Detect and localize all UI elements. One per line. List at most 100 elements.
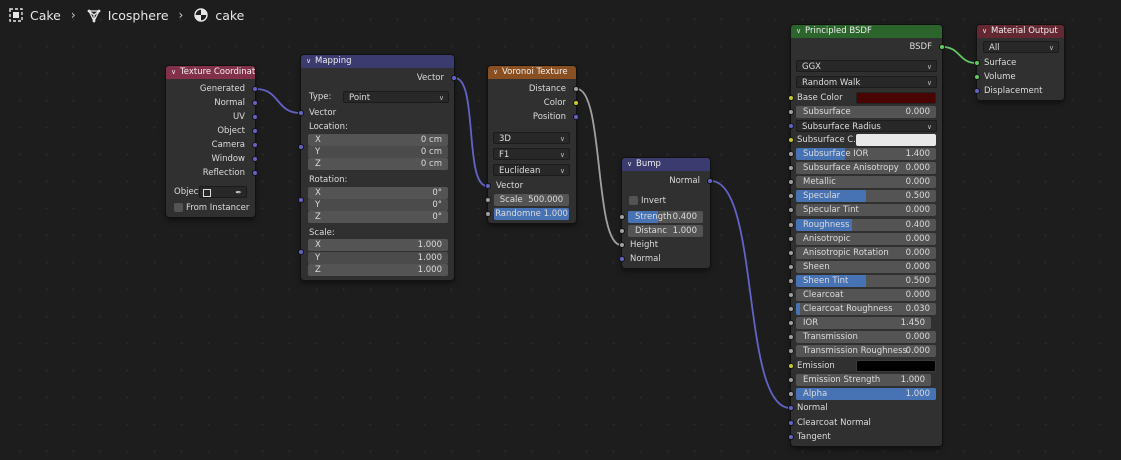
socket-param[interactable] <box>788 236 794 242</box>
breadcrumb-mesh[interactable]: Icosphere <box>108 8 169 23</box>
param-field[interactable]: Specular 0.500 <box>796 190 936 202</box>
param-field[interactable]: Specular Tint 0.000 <box>796 204 936 216</box>
socket-base-color[interactable] <box>788 95 794 101</box>
socket-param[interactable] <box>788 193 794 199</box>
param-field[interactable]: Clearcoat 0.000 <box>796 289 936 301</box>
param-field[interactable]: Subsurface Anisotropy 0.000 <box>796 162 936 174</box>
texture-coordinate-node[interactable]: ∨ Texture Coordinate Generated Normal UV … <box>166 66 258 217</box>
location-y-field[interactable]: Y 0 cm <box>308 146 448 158</box>
socket-distance[interactable] <box>573 86 579 92</box>
voronoi-texture-node[interactable]: ∨ Voronoi Texture Distance Color Position… <box>485 66 579 223</box>
socket-param[interactable] <box>788 207 794 213</box>
socket-rotation[interactable] <box>298 197 304 203</box>
socket-scale[interactable] <box>485 197 491 203</box>
emission-swatch[interactable] <box>856 360 936 372</box>
socket-position[interactable] <box>573 114 579 120</box>
socket-param[interactable] <box>788 278 794 284</box>
bump-node[interactable]: ∨ Bump Normal Invert Strength 0.400 Distan… <box>619 158 713 268</box>
breadcrumb-object[interactable]: Cake <box>30 8 61 23</box>
socket-param[interactable] <box>788 179 794 185</box>
socket-generated[interactable] <box>252 86 258 92</box>
socket-window[interactable] <box>252 156 258 162</box>
socket-normal[interactable] <box>788 405 794 411</box>
socket-color[interactable] <box>573 100 579 106</box>
node-header[interactable]: ∨ Principled BSDF <box>791 25 942 38</box>
socket-input-vector[interactable] <box>298 110 304 116</box>
socket-param[interactable] <box>788 222 794 228</box>
socket-tangent[interactable] <box>788 434 794 440</box>
node-header[interactable]: ∨ Bump <box>622 158 710 171</box>
collapse-chevron-icon[interactable]: ∨ <box>493 66 502 79</box>
collapse-chevron-icon[interactable]: ∨ <box>982 25 991 38</box>
collapse-chevron-icon[interactable]: ∨ <box>627 158 636 171</box>
rotation-y-field[interactable]: Y 0° <box>308 199 448 211</box>
socket-camera[interactable] <box>252 142 258 148</box>
dimensions-dropdown[interactable]: 3D ∨ <box>493 132 570 144</box>
rotation-x-field[interactable]: X 0° <box>308 187 448 199</box>
socket-normal[interactable] <box>619 256 625 262</box>
socket-output-vector[interactable] <box>451 75 457 81</box>
socket-clearcoat-normal[interactable] <box>788 420 794 426</box>
base-color-swatch[interactable] <box>856 92 936 104</box>
socket-param[interactable] <box>788 306 794 312</box>
node-header[interactable]: ∨ Texture Coordinate <box>166 66 255 79</box>
metric-dropdown[interactable]: Euclidean ∨ <box>493 164 570 176</box>
socket-param[interactable] <box>788 334 794 340</box>
param-field[interactable]: Anisotropic Rotation 0.000 <box>796 247 936 259</box>
socket-param[interactable] <box>788 348 794 354</box>
socket-scale[interactable] <box>298 249 304 255</box>
distance-field[interactable]: Distanc 1.000 <box>628 225 703 237</box>
scale-y-field[interactable]: Y 1.000 <box>308 252 448 264</box>
param-field[interactable]: Subsurface IOR 1.400 <box>796 148 936 160</box>
target-dropdown[interactable]: All ∨ <box>983 41 1059 53</box>
socket-param[interactable] <box>788 320 794 326</box>
object-picker[interactable]: ✒ <box>199 186 247 198</box>
param-field[interactable]: Roughness 0.400 <box>796 219 936 231</box>
param-field[interactable]: IOR 1.450 <box>796 317 931 329</box>
collapse-chevron-icon[interactable]: ∨ <box>171 66 180 79</box>
socket-emission-strength[interactable] <box>788 377 794 383</box>
invert-checkbox[interactable] <box>629 196 638 205</box>
socket-surface[interactable] <box>974 60 980 66</box>
location-x-field[interactable]: X 0 cm <box>308 134 448 146</box>
randomness-field[interactable]: Randomne 1.000 <box>494 208 569 220</box>
param-field[interactable]: Sheen Tint 0.500 <box>796 275 936 287</box>
scale-z-field[interactable]: Z 1.000 <box>308 264 448 276</box>
socket-object[interactable] <box>252 128 258 134</box>
socket-uv[interactable] <box>252 114 258 120</box>
socket-param[interactable] <box>788 264 794 270</box>
feature-dropdown[interactable]: F1 ∨ <box>493 148 570 160</box>
mapping-node[interactable]: ∨ Mapping Vector Type: Point ∨ Vector Loca… <box>298 55 457 280</box>
node-header[interactable]: ∨ Voronoi Texture <box>488 66 576 79</box>
rotation-z-field[interactable]: Z 0° <box>308 211 448 223</box>
socket-alpha[interactable] <box>788 391 794 397</box>
subsurface-radius-dropdown[interactable]: Subsurface Radius ∨ <box>796 120 937 132</box>
socket-normal[interactable] <box>252 100 258 106</box>
socket-randomness[interactable] <box>485 211 491 217</box>
socket-distance[interactable] <box>619 228 625 234</box>
scale-field[interactable]: Scale 500.000 <box>494 194 569 206</box>
socket-param[interactable] <box>788 292 794 298</box>
scale-x-field[interactable]: X 1.000 <box>308 239 448 251</box>
param-field[interactable]: Sheen 0.000 <box>796 261 936 273</box>
type-dropdown[interactable]: Point ∨ <box>343 91 449 103</box>
collapse-chevron-icon[interactable]: ∨ <box>796 25 805 38</box>
location-z-field[interactable]: Z 0 cm <box>308 158 448 170</box>
param-field[interactable]: Transmission Roughness 0.000 <box>796 345 936 357</box>
socket-param[interactable] <box>788 151 794 157</box>
from-instancer-checkbox[interactable] <box>174 203 183 212</box>
param-field[interactable]: Metallic 0.000 <box>796 176 936 188</box>
socket-subsurface[interactable] <box>788 109 794 115</box>
socket-emission[interactable] <box>788 363 794 369</box>
principled-bsdf-node[interactable]: ∨ Principled BSDF BSDF GGX ∨ Random Walk ∨ … <box>788 25 945 446</box>
socket-height[interactable] <box>619 242 625 248</box>
subsurface-method-dropdown[interactable]: Random Walk ∨ <box>796 76 937 88</box>
socket-displacement[interactable] <box>974 88 980 94</box>
alpha-field[interactable]: Alpha 1.000 <box>796 388 936 400</box>
socket-volume[interactable] <box>974 74 980 80</box>
distribution-dropdown[interactable]: GGX ∨ <box>796 60 937 72</box>
breadcrumb-material[interactable]: cake <box>215 8 244 23</box>
param-field[interactable]: Transmission 0.000 <box>796 331 936 343</box>
param-field[interactable]: Clearcoat Roughness 0.030 <box>796 303 936 315</box>
socket-reflection[interactable] <box>252 170 258 176</box>
